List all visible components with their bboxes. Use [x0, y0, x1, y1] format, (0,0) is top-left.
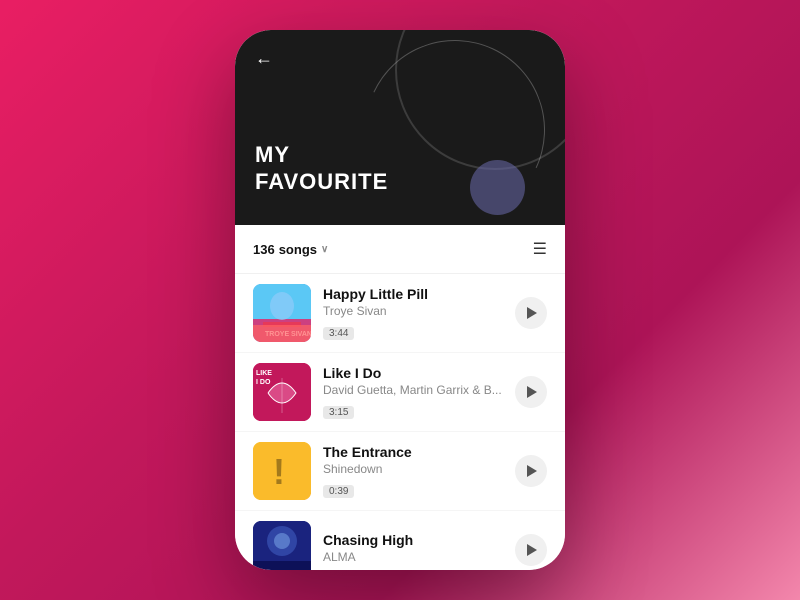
song-duration: 3:15: [323, 406, 354, 419]
song-info-4: Chasing High ALMA: [323, 532, 503, 569]
song-title: Like I Do: [323, 365, 503, 381]
play-button-3[interactable]: [515, 455, 547, 487]
count-number: 136: [253, 242, 275, 257]
play-button-2[interactable]: [515, 376, 547, 408]
song-info-3: The Entrance Shinedown 0:39: [323, 444, 503, 499]
album-art-2: LIKE I DO: [253, 363, 311, 421]
play-button-4[interactable]: [515, 534, 547, 566]
song-duration: 0:39: [323, 485, 354, 498]
song-duration: 3:44: [323, 327, 354, 340]
content-area: 136 songs ∨ ☰ TROYE SIVAN Happy Little P…: [235, 225, 565, 570]
header-decor-circle-small: [470, 160, 525, 215]
album-art-4: [253, 521, 311, 570]
songs-header-bar: 136 songs ∨ ☰: [235, 225, 565, 274]
song-title: Chasing High: [323, 532, 503, 548]
count-unit: songs: [279, 242, 317, 257]
phone-frame: ← MY FAVOURITE 136 songs ∨ ☰ TROYE: [235, 30, 565, 570]
song-artist: Shinedown: [323, 462, 503, 476]
svg-text:LIKE: LIKE: [256, 370, 272, 377]
back-button[interactable]: ←: [255, 48, 273, 69]
album-art-1: TROYE SIVAN: [253, 284, 311, 342]
list-item: Chasing High ALMA: [235, 511, 565, 570]
chevron-down-icon: ∨: [321, 244, 328, 255]
list-item: LIKE I DO Like I Do David Guetta, Martin…: [235, 353, 565, 432]
filter-icon[interactable]: ☰: [533, 239, 547, 259]
play-icon: [527, 307, 537, 319]
song-title: The Entrance: [323, 444, 503, 460]
song-info-2: Like I Do David Guetta, Martin Garrix & …: [323, 365, 503, 420]
song-artist: ALMA: [323, 550, 503, 564]
song-info-1: Happy Little Pill Troye Sivan 3:44: [323, 286, 503, 341]
svg-text:I DO: I DO: [256, 379, 271, 386]
page-title: MY FAVOURITE: [255, 142, 388, 195]
list-item: ! The Entrance Shinedown 0:39: [235, 432, 565, 511]
play-icon: [527, 386, 537, 398]
svg-text:!: !: [273, 451, 285, 492]
album-art-3: !: [253, 442, 311, 500]
song-artist: David Guetta, Martin Garrix & B...: [323, 383, 503, 397]
songs-count-label[interactable]: 136 songs ∨: [253, 242, 328, 257]
play-button-1[interactable]: [515, 297, 547, 329]
song-artist: Troye Sivan: [323, 304, 503, 318]
list-item: TROYE SIVAN Happy Little Pill Troye Siva…: [235, 274, 565, 353]
play-icon: [527, 544, 537, 556]
play-icon: [527, 465, 537, 477]
header-section: ← MY FAVOURITE: [235, 30, 565, 225]
song-title: Happy Little Pill: [323, 286, 503, 302]
svg-text:TROYE SIVAN: TROYE SIVAN: [265, 331, 311, 338]
